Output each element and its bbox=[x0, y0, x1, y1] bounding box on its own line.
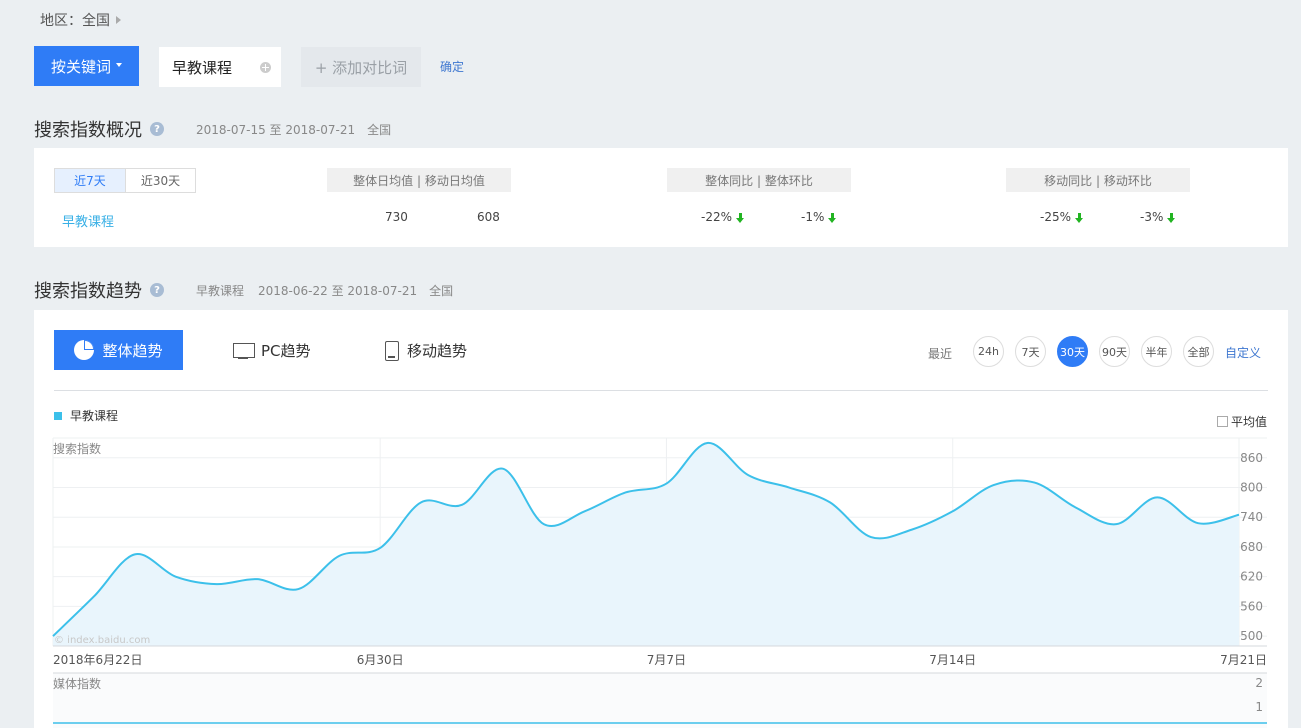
range-all-button[interactable]: 全部 bbox=[1183, 336, 1214, 367]
overview-region: 全国 bbox=[367, 122, 392, 137]
overall-yoy: -22% bbox=[701, 210, 745, 224]
arrow-down-icon bbox=[1075, 212, 1084, 223]
trend-region: 全国 bbox=[429, 283, 454, 298]
y-tick-label: 560 bbox=[1240, 599, 1263, 613]
media-index-label: 媒体指数 bbox=[53, 676, 101, 691]
range-tabs: 近7天 近30天 bbox=[54, 168, 196, 193]
overall-yoy-value: -22% bbox=[701, 210, 733, 224]
keyword-mode-button[interactable]: 按关键词 bbox=[34, 46, 139, 86]
trend-title: 搜索指数趋势 bbox=[34, 281, 142, 302]
mobile-avg-value: 608 bbox=[477, 210, 500, 224]
overall-change-header: 整体同比 | 整体环比 bbox=[667, 168, 851, 192]
media-y-tick-label: 1 bbox=[1255, 700, 1263, 714]
arrow-down-icon bbox=[1167, 212, 1176, 223]
series-area bbox=[53, 442, 1239, 646]
y-axis-label: 搜索指数 bbox=[53, 441, 101, 456]
trend-chart[interactable]: 500 560 620 680 740 800 860 2018年6月22日 6月30日 7月7… bbox=[34, 428, 1288, 728]
confirm-link[interactable]: 确定 bbox=[440, 58, 464, 75]
add-compare-button[interactable]: + 添加对比词 bbox=[301, 47, 421, 87]
y-tick-label: 500 bbox=[1240, 629, 1263, 643]
custom-range-link[interactable]: 自定义 bbox=[1225, 344, 1261, 361]
x-tick-label: 6月30日 bbox=[357, 653, 404, 667]
remove-icon[interactable] bbox=[260, 62, 271, 73]
y-tick-label: 860 bbox=[1240, 451, 1263, 465]
region-selector[interactable]: 地区：全国 bbox=[40, 10, 121, 30]
phone-icon bbox=[385, 340, 399, 361]
chart-legend[interactable]: 早教课程 bbox=[54, 407, 118, 424]
overview-keyword-link[interactable]: 早教课程 bbox=[62, 211, 114, 230]
range-90d-button[interactable]: 90天 bbox=[1099, 336, 1130, 367]
overview-card: 近7天 近30天 整体日均值 | 移动日均值 整体同比 | 整体环比 移动同比 … bbox=[34, 148, 1288, 247]
tab-total-trend[interactable]: 整体趋势 bbox=[54, 330, 183, 370]
divider bbox=[54, 390, 1268, 391]
recent-label: 最近 bbox=[928, 347, 953, 361]
overall-mom-value: -1% bbox=[801, 210, 825, 224]
tab-pc-trend[interactable]: PC趋势 bbox=[233, 340, 311, 361]
arrow-down-icon bbox=[828, 212, 837, 223]
caret-down-icon bbox=[116, 62, 122, 67]
overview-date-range: 2018-07-15 至 2018-07-21 bbox=[196, 122, 356, 137]
trend-header: 搜索指数趋势 ? 早教课程 2018-06-22 至 2018-07-21 全国 bbox=[34, 277, 453, 303]
arrow-down-icon bbox=[736, 212, 745, 223]
mobile-mom: -3% bbox=[1140, 210, 1176, 224]
overview-header: 搜索指数概况 ? 2018-07-15 至 2018-07-21 全国 bbox=[34, 116, 391, 142]
avg-header: 整体日均值 | 移动日均值 bbox=[327, 168, 511, 192]
media-y-tick-label: 2 bbox=[1255, 676, 1263, 690]
tab-total-label: 整体趋势 bbox=[102, 341, 163, 360]
tab-mobile-label: 移动趋势 bbox=[407, 342, 468, 360]
tab-30-days[interactable]: 近30天 bbox=[125, 169, 195, 192]
x-tick-label: 7月14日 bbox=[929, 653, 976, 667]
mobile-change-header: 移动同比 | 移动环比 bbox=[1006, 168, 1190, 192]
y-tick-label: 800 bbox=[1240, 481, 1263, 495]
y-tick-label: 620 bbox=[1240, 570, 1263, 584]
overview-title: 搜索指数概况 bbox=[34, 120, 142, 141]
help-icon[interactable]: ? bbox=[150, 283, 164, 297]
y-tick-label: 740 bbox=[1240, 510, 1263, 524]
mobile-yoy: -25% bbox=[1040, 210, 1084, 224]
tab-7-days[interactable]: 近7天 bbox=[55, 169, 125, 192]
help-icon[interactable]: ? bbox=[150, 122, 164, 136]
tab-mobile-trend[interactable]: 移动趋势 bbox=[385, 340, 467, 361]
overall-mom: -1% bbox=[801, 210, 837, 224]
overall-avg-value: 730 bbox=[385, 210, 408, 224]
range-half-year-button[interactable]: 半年 bbox=[1141, 336, 1172, 367]
legend-swatch bbox=[54, 411, 62, 420]
pie-chart-icon bbox=[74, 340, 95, 360]
trend-keyword: 早教课程 bbox=[196, 283, 245, 298]
range-30d-button[interactable]: 30天 bbox=[1057, 336, 1088, 367]
keyword-tag-label: 早教课程 bbox=[172, 58, 233, 77]
x-tick-label: 2018年6月22日 bbox=[53, 653, 142, 667]
legend-label: 早教课程 bbox=[70, 409, 119, 423]
mobile-yoy-value: -25% bbox=[1040, 210, 1072, 224]
region-label: 地区：全国 bbox=[40, 13, 110, 29]
trend-card: 整体趋势 PC趋势 移动趋势 最近 24h 7天 30天 90天 半年 全部 自… bbox=[34, 310, 1288, 728]
caret-right-icon bbox=[116, 16, 121, 24]
tab-pc-label: PC趋势 bbox=[261, 342, 311, 360]
x-tick-label: 7月7日 bbox=[647, 653, 686, 667]
y-tick-label: 680 bbox=[1240, 540, 1263, 554]
x-tick-label: 7月21日 bbox=[1220, 653, 1267, 667]
keyword-tag[interactable]: 早教课程 bbox=[159, 47, 281, 87]
checkbox-icon[interactable] bbox=[1217, 416, 1228, 427]
range-24h-button[interactable]: 24h bbox=[973, 336, 1004, 367]
monitor-icon bbox=[233, 342, 255, 360]
trend-date-range: 2018-06-22 至 2018-07-21 bbox=[258, 283, 418, 298]
mobile-mom-value: -3% bbox=[1140, 210, 1164, 224]
watermark: © index.baidu.com bbox=[54, 635, 150, 646]
media-chart-bg bbox=[53, 673, 1267, 728]
keyword-mode-label: 按关键词 bbox=[50, 57, 111, 76]
range-7d-button[interactable]: 7天 bbox=[1015, 336, 1046, 367]
